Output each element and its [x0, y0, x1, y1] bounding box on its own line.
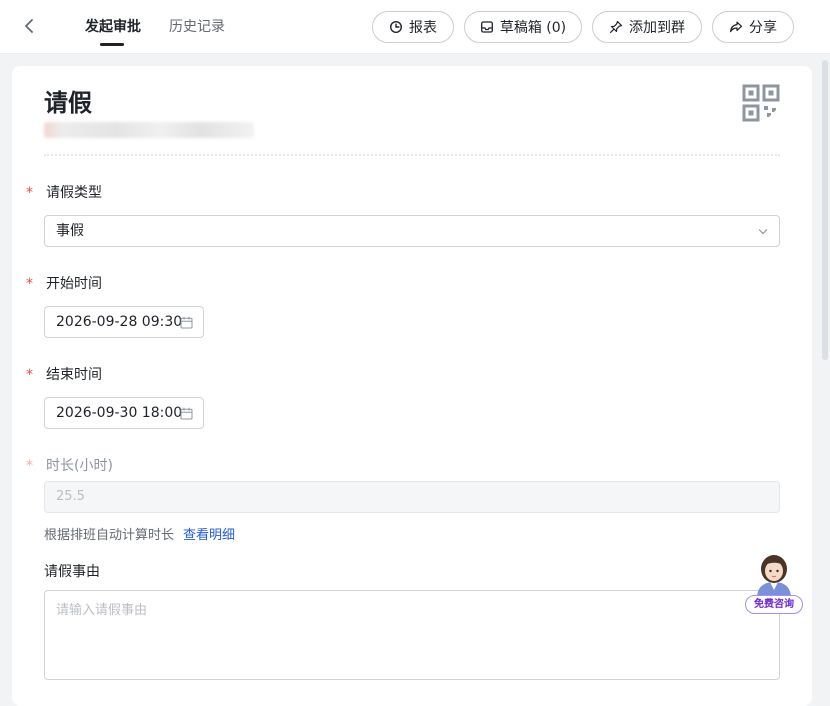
leave-type-value: 事假 — [56, 223, 84, 239]
share-icon — [730, 21, 743, 33]
consult-assistant-button[interactable]: 免费咨询 — [745, 552, 803, 616]
title-divider — [44, 154, 780, 156]
free-consult-badge: 免费咨询 — [745, 595, 803, 614]
report-button[interactable]: 报表 — [372, 11, 454, 43]
start-time-picker[interactable]: 2026-09-28 09:30 — [44, 306, 204, 338]
back-button[interactable] — [18, 15, 40, 37]
calendar-icon — [180, 407, 193, 420]
end-time-picker[interactable]: 2026-09-30 18:00 — [44, 397, 204, 429]
duration-label: 时长(小时) — [46, 458, 113, 474]
assistant-avatar-icon — [757, 555, 791, 598]
reason-textarea[interactable]: 请输入请假事由 — [44, 590, 780, 680]
chevron-left-icon — [25, 19, 33, 33]
pin-icon — [610, 20, 623, 33]
duration-hint: 根据排班自动计算时长 — [44, 528, 175, 543]
drafts-label: 草稿箱 (0) — [499, 20, 567, 36]
tab-initiate-approval[interactable]: 发起审批 — [85, 17, 141, 46]
leave-type-select[interactable]: 事假 — [44, 215, 780, 247]
top-bar: 发起审批 历史记录 报表 草稿箱 (0) 添加到群 分享 — [0, 0, 830, 54]
reason-placeholder: 请输入请假事由 — [56, 603, 148, 618]
start-time-value: 2026-09-28 09:30 — [56, 314, 183, 330]
tab-label: 历史记录 — [169, 19, 225, 35]
required-mark: * — [26, 458, 33, 474]
end-time-label: 结束时间 — [46, 367, 102, 383]
form-title: 请假 — [44, 89, 92, 117]
add-to-group-button[interactable]: 添加到群 — [592, 11, 702, 43]
duration-field: 25.5 — [44, 481, 780, 513]
redacted-subtitle — [44, 122, 254, 138]
leave-type-label: 请假类型 — [46, 185, 102, 201]
reason-label: 请假事由 — [44, 564, 100, 580]
required-mark: * — [26, 185, 33, 201]
report-label: 报表 — [409, 20, 437, 36]
required-mark: * — [26, 276, 33, 292]
add-to-group-label: 添加到群 — [629, 20, 685, 36]
view-details-link[interactable]: 查看明细 — [183, 526, 235, 546]
start-time-label: 开始时间 — [46, 276, 102, 292]
active-tab-indicator — [100, 43, 124, 46]
qr-code-icon[interactable] — [742, 84, 782, 124]
inbox-icon — [480, 21, 493, 33]
end-time-value: 2026-09-30 18:00 — [56, 405, 183, 421]
tab-history[interactable]: 历史记录 — [169, 17, 225, 37]
duration-value: 25.5 — [56, 489, 85, 504]
approval-form-card: 请假 * 请假类型 事假 * 开始时间 2026-09-28 09:30 * 结… — [12, 66, 812, 706]
calendar-icon — [180, 316, 193, 329]
page-scrollbar[interactable] — [822, 60, 828, 360]
share-label: 分享 — [749, 20, 777, 36]
required-mark: * — [26, 367, 33, 383]
pie-chart-icon — [389, 20, 403, 34]
share-button[interactable]: 分享 — [712, 11, 794, 43]
drafts-button[interactable]: 草稿箱 (0) — [464, 11, 582, 43]
chevron-down-icon — [758, 229, 768, 235]
tab-label: 发起审批 — [85, 19, 141, 35]
